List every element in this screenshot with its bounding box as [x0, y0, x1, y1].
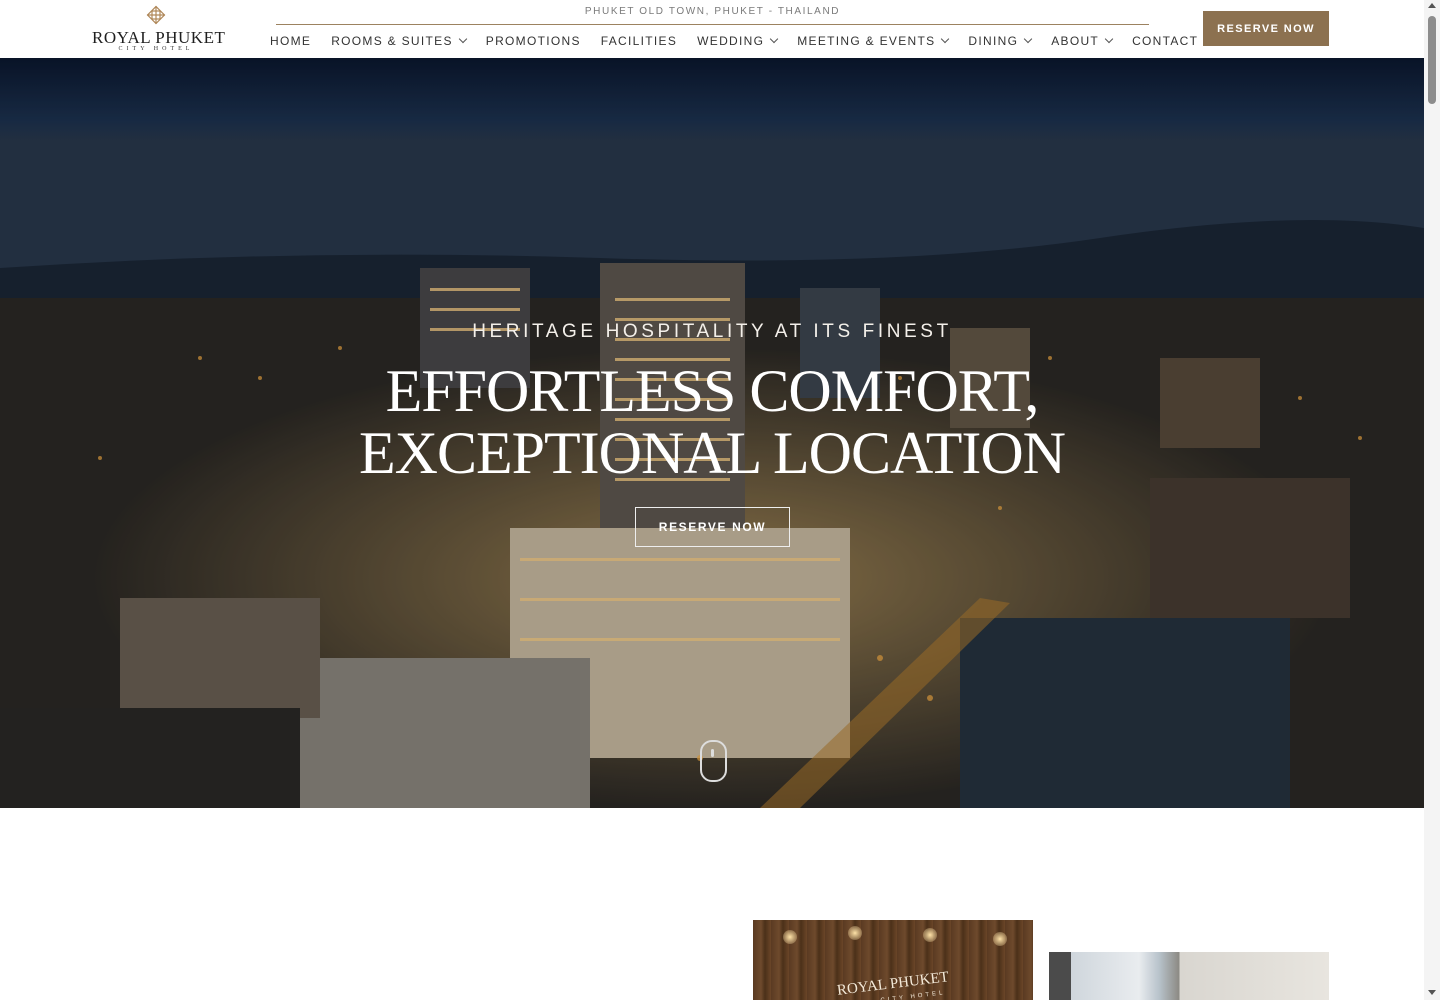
nav-label: PROMOTIONS — [485, 34, 581, 48]
nav-label: ABOUT — [1051, 34, 1100, 48]
nav-item-facilities[interactable]: FACILITIES — [601, 34, 677, 48]
lobby-light — [848, 926, 862, 940]
nav-item-about[interactable]: ABOUT — [1051, 34, 1114, 48]
nav-item-dining[interactable]: DINING — [968, 34, 1033, 48]
logo-name: ROYAL PHUKET — [92, 28, 226, 47]
lobby-light — [783, 930, 797, 944]
nav-label: WEDDING — [697, 34, 765, 48]
nav-item-promotions[interactable]: PROMOTIONS — [486, 34, 581, 48]
lobby-sign-image: ROYAL PHUKET CITY HOTEL — [753, 920, 1033, 1000]
nav-item-rooms-suites[interactable]: ROOMS & SUITES — [331, 34, 468, 48]
nav-item-home[interactable]: HOME — [270, 34, 311, 48]
lobby-light — [993, 932, 1007, 946]
nav-item-meeting-events[interactable]: MEETING & EVENTS — [797, 34, 950, 48]
hero-title-line-1: EFFORTLESS COMFORT, — [385, 358, 1040, 424]
nav-label: MEETING & EVENTS — [797, 34, 936, 48]
hero-banner: HERITAGE HOSPITALITY AT ITS FINEST EFFOR… — [0, 58, 1424, 808]
chevron-down-icon — [770, 34, 779, 44]
page-scrollbar[interactable] — [1424, 0, 1440, 1000]
room-window-image — [1049, 952, 1329, 1000]
chevron-down-icon — [941, 34, 950, 44]
hero-title-line-2: EXCEPTIONAL LOCATION — [358, 420, 1066, 486]
hero-title: EFFORTLESS COMFORT, EXCEPTIONAL LOCATION — [0, 360, 1424, 484]
scrollbar-thumb[interactable] — [1428, 16, 1436, 104]
header-divider — [276, 24, 1149, 25]
nav-label: DINING — [968, 34, 1019, 48]
hero-kicker: HERITAGE HOSPITALITY AT ITS FINEST — [472, 321, 952, 342]
mouse-scroll-icon[interactable] — [700, 740, 727, 782]
site-header: ROYAL PHUKET CITY HOTEL PHUKET OLD TOWN,… — [0, 0, 1424, 58]
logo-emblem-icon — [146, 5, 166, 25]
nav-label: FACILITIES — [600, 34, 678, 48]
nav-label: HOME — [270, 34, 312, 48]
nav-label: CONTACT — [1132, 34, 1199, 48]
nav-item-contact[interactable]: CONTACT — [1132, 34, 1198, 48]
logo-subtitle: CITY HOTEL — [118, 46, 194, 52]
reserve-now-button[interactable]: RESERVE NOW — [1203, 11, 1329, 46]
main-nav: HOME ROOMS & SUITES PROMOTIONS FACILITIE… — [270, 34, 1218, 48]
lobby-light — [923, 928, 937, 942]
chevron-down-icon — [458, 34, 468, 44]
chevron-down-icon — [1104, 34, 1114, 44]
location-tagline: PHUKET OLD TOWN, PHUKET - THAILAND — [584, 6, 841, 17]
hero-reserve-button[interactable]: RESERVE NOW — [635, 507, 790, 547]
scroll-up-arrow-icon[interactable] — [1428, 3, 1436, 8]
scroll-down-arrow-icon[interactable] — [1428, 990, 1436, 995]
nav-label: ROOMS & SUITES — [331, 34, 453, 48]
nav-item-wedding[interactable]: WEDDING — [697, 34, 779, 48]
chevron-down-icon — [1023, 34, 1033, 44]
logo[interactable]: ROYAL PHUKET CITY HOTEL — [92, 4, 226, 56]
